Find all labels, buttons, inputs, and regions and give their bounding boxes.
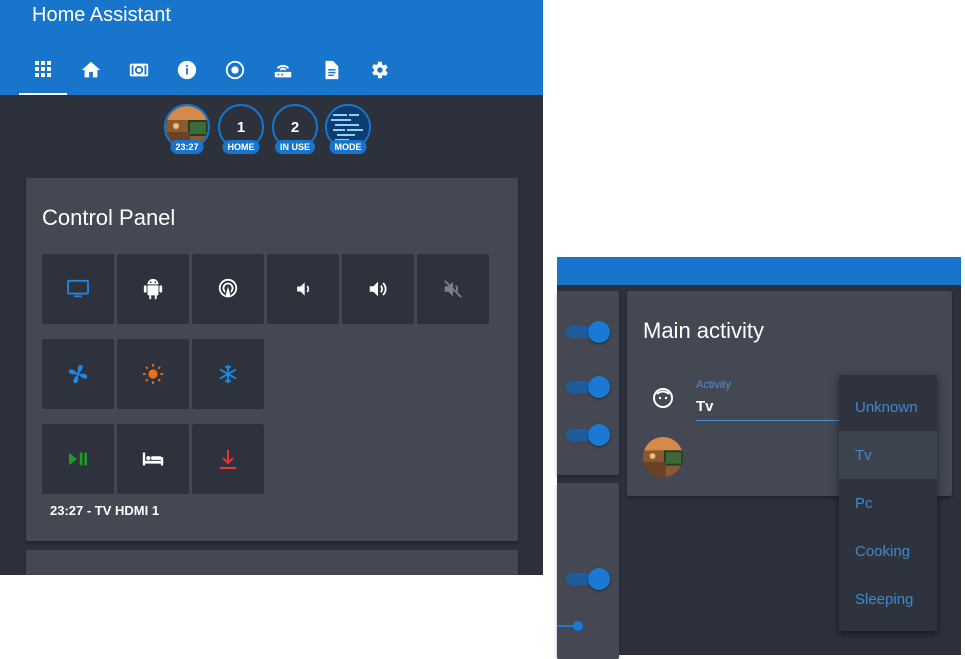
- snowflake-icon: [219, 364, 237, 384]
- volume-mute-icon: [444, 280, 462, 298]
- tab-logbook[interactable]: [307, 57, 355, 95]
- badge-label: IN USE: [274, 140, 316, 154]
- toggle-switch[interactable]: [566, 376, 610, 398]
- fan-button[interactable]: [42, 339, 114, 409]
- status-text: 23:27 - TV HDMI 1: [50, 503, 160, 518]
- play-pause-button[interactable]: [42, 424, 114, 494]
- toggle-knob: [588, 424, 610, 446]
- dropdown-option-cooking[interactable]: Cooking: [839, 527, 937, 575]
- face-icon: [653, 388, 673, 408]
- slider-knob[interactable]: [573, 621, 583, 631]
- dropdown-option-sleeping[interactable]: Sleeping: [839, 575, 937, 623]
- toggle-switch[interactable]: [566, 568, 610, 590]
- control-panel-title: Control Panel: [42, 205, 176, 230]
- badge-label: MODE: [329, 140, 367, 154]
- activity-select[interactable]: Tv: [696, 398, 714, 415]
- avatar: [643, 437, 683, 477]
- badge-label: 23:27: [170, 140, 204, 154]
- tab-camera[interactable]: [115, 57, 163, 95]
- toggle-switch[interactable]: [566, 321, 610, 343]
- toggle-knob: [588, 321, 610, 343]
- badge-time[interactable]: 23:27: [164, 104, 210, 154]
- dropdown-option-unknown[interactable]: Unknown: [839, 383, 937, 431]
- badge-in-use[interactable]: 2 IN USE: [272, 104, 318, 154]
- heat-button[interactable]: [117, 339, 189, 409]
- dropdown-option-tv[interactable]: Tv: [839, 431, 937, 479]
- volume-down-button[interactable]: [267, 254, 339, 324]
- activity-field-label: Activity: [696, 379, 731, 391]
- next-card: [26, 550, 518, 575]
- left-panel: Home Assistant 23:27 1 HOME 2 IN USE MOD…: [0, 0, 543, 575]
- camera-icon: [129, 63, 149, 77]
- home-icon: [81, 61, 101, 78]
- tv-button[interactable]: [42, 254, 114, 324]
- dropdown-option-pc[interactable]: Pc: [839, 479, 937, 527]
- tab-router[interactable]: [259, 57, 307, 95]
- volume-up-icon: [369, 281, 387, 297]
- tab-grid[interactable]: [19, 57, 67, 95]
- badge-value: 2: [290, 118, 300, 136]
- android-button[interactable]: [117, 254, 189, 324]
- cast-button[interactable]: [192, 254, 264, 324]
- toggle-knob: [588, 376, 610, 398]
- airplay-icon: [218, 278, 238, 300]
- play-pause-icon: [69, 452, 87, 466]
- android-icon: [143, 278, 163, 300]
- info-icon: [177, 60, 197, 80]
- tab-settings[interactable]: [355, 57, 403, 95]
- download-icon: [220, 450, 236, 469]
- mute-button[interactable]: [417, 254, 489, 324]
- activity-dropdown: Unknown Tv Pc Cooking Sleeping: [839, 375, 937, 631]
- badge-mode[interactable]: MODE: [325, 104, 371, 154]
- sun-icon: [142, 363, 164, 385]
- top-bar: Home Assistant: [0, 0, 543, 95]
- badge-home[interactable]: 1 HOME: [218, 104, 264, 154]
- router-icon: [274, 64, 292, 78]
- right-top-bar: [557, 257, 961, 285]
- volume-up-button[interactable]: [342, 254, 414, 324]
- tab-target[interactable]: [211, 57, 259, 95]
- bed-icon: [142, 452, 164, 466]
- toggle-knob: [588, 568, 610, 590]
- badge-label: HOME: [222, 140, 260, 154]
- volume-down-icon: [297, 282, 310, 296]
- badge-value: 1: [236, 118, 246, 136]
- grid-icon: [35, 61, 51, 77]
- tab-info[interactable]: [163, 57, 211, 95]
- monitor-icon: [67, 279, 89, 298]
- toggle-switch[interactable]: [566, 424, 610, 446]
- document-icon: [325, 60, 339, 80]
- sleep-button[interactable]: [117, 424, 189, 494]
- cool-button[interactable]: [192, 339, 264, 409]
- download-button[interactable]: [192, 424, 264, 494]
- gear-icon: [372, 61, 388, 79]
- main-activity-title: Main activity: [643, 318, 765, 343]
- app-title: Home Assistant: [32, 4, 171, 26]
- target-icon: [225, 60, 245, 80]
- fan-icon: [68, 364, 88, 384]
- activity-field-underline: [696, 420, 841, 421]
- tab-home[interactable]: [67, 57, 115, 95]
